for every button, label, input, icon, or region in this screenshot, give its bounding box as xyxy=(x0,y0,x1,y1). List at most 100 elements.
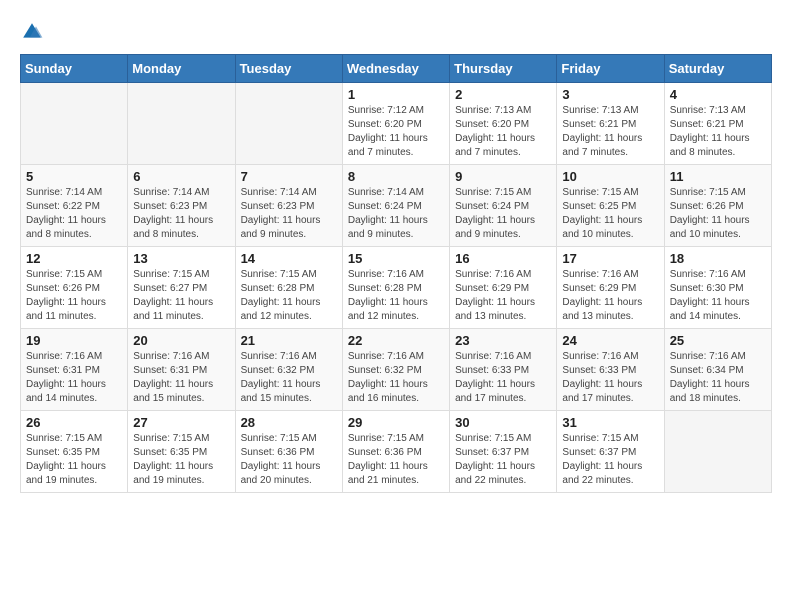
calendar-cell: 9 Sunrise: 7:15 AMSunset: 6:24 PMDaylight… xyxy=(450,165,557,247)
calendar-cell: 19 Sunrise: 7:16 AMSunset: 6:31 PMDayligh… xyxy=(21,329,128,411)
weekday-header: Friday xyxy=(557,55,664,83)
day-info: Sunrise: 7:16 AMSunset: 6:29 PMDaylight:… xyxy=(562,268,658,324)
calendar-cell: 20 Sunrise: 7:16 AMSunset: 6:31 PMDayligh… xyxy=(128,329,235,411)
day-number: 27 xyxy=(133,415,229,430)
day-number: 7 xyxy=(241,169,337,184)
day-number: 29 xyxy=(348,415,444,430)
day-info: Sunrise: 7:15 AMSunset: 6:37 PMDaylight:… xyxy=(455,432,551,488)
day-info: Sunrise: 7:15 AMSunset: 6:27 PMDaylight:… xyxy=(133,268,229,324)
weekday-header: Thursday xyxy=(450,55,557,83)
day-number: 21 xyxy=(241,333,337,348)
day-number: 12 xyxy=(26,251,122,266)
calendar-cell: 8 Sunrise: 7:14 AMSunset: 6:24 PMDaylight… xyxy=(342,165,449,247)
day-number: 6 xyxy=(133,169,229,184)
day-number: 15 xyxy=(348,251,444,266)
day-info: Sunrise: 7:15 AMSunset: 6:37 PMDaylight:… xyxy=(562,432,658,488)
calendar-cell xyxy=(21,83,128,165)
day-info: Sunrise: 7:15 AMSunset: 6:35 PMDaylight:… xyxy=(133,432,229,488)
day-number: 1 xyxy=(348,87,444,102)
logo-icon xyxy=(20,20,44,44)
calendar-cell: 28 Sunrise: 7:15 AMSunset: 6:36 PMDayligh… xyxy=(235,411,342,493)
day-info: Sunrise: 7:16 AMSunset: 6:32 PMDaylight:… xyxy=(348,350,444,406)
day-info: Sunrise: 7:15 AMSunset: 6:36 PMDaylight:… xyxy=(241,432,337,488)
calendar-cell: 11 Sunrise: 7:15 AMSunset: 6:26 PMDayligh… xyxy=(664,165,771,247)
calendar-cell: 24 Sunrise: 7:16 AMSunset: 6:33 PMDayligh… xyxy=(557,329,664,411)
day-number: 9 xyxy=(455,169,551,184)
day-number: 25 xyxy=(670,333,766,348)
day-info: Sunrise: 7:14 AMSunset: 6:23 PMDaylight:… xyxy=(241,186,337,242)
weekday-header: Saturday xyxy=(664,55,771,83)
calendar-cell: 27 Sunrise: 7:15 AMSunset: 6:35 PMDayligh… xyxy=(128,411,235,493)
calendar-cell: 2 Sunrise: 7:13 AMSunset: 6:20 PMDaylight… xyxy=(450,83,557,165)
day-number: 3 xyxy=(562,87,658,102)
day-info: Sunrise: 7:16 AMSunset: 6:34 PMDaylight:… xyxy=(670,350,766,406)
day-number: 19 xyxy=(26,333,122,348)
day-info: Sunrise: 7:15 AMSunset: 6:36 PMDaylight:… xyxy=(348,432,444,488)
day-info: Sunrise: 7:16 AMSunset: 6:30 PMDaylight:… xyxy=(670,268,766,324)
day-number: 11 xyxy=(670,169,766,184)
day-number: 18 xyxy=(670,251,766,266)
calendar-cell: 12 Sunrise: 7:15 AMSunset: 6:26 PMDayligh… xyxy=(21,247,128,329)
calendar-cell: 18 Sunrise: 7:16 AMSunset: 6:30 PMDayligh… xyxy=(664,247,771,329)
calendar-cell: 7 Sunrise: 7:14 AMSunset: 6:23 PMDaylight… xyxy=(235,165,342,247)
day-info: Sunrise: 7:13 AMSunset: 6:20 PMDaylight:… xyxy=(455,104,551,160)
day-number: 2 xyxy=(455,87,551,102)
day-info: Sunrise: 7:14 AMSunset: 6:22 PMDaylight:… xyxy=(26,186,122,242)
day-info: Sunrise: 7:16 AMSunset: 6:28 PMDaylight:… xyxy=(348,268,444,324)
day-info: Sunrise: 7:15 AMSunset: 6:25 PMDaylight:… xyxy=(562,186,658,242)
day-info: Sunrise: 7:13 AMSunset: 6:21 PMDaylight:… xyxy=(670,104,766,160)
weekday-header: Wednesday xyxy=(342,55,449,83)
day-info: Sunrise: 7:13 AMSunset: 6:21 PMDaylight:… xyxy=(562,104,658,160)
calendar-cell: 13 Sunrise: 7:15 AMSunset: 6:27 PMDayligh… xyxy=(128,247,235,329)
day-info: Sunrise: 7:15 AMSunset: 6:24 PMDaylight:… xyxy=(455,186,551,242)
day-number: 22 xyxy=(348,333,444,348)
calendar-cell: 5 Sunrise: 7:14 AMSunset: 6:22 PMDaylight… xyxy=(21,165,128,247)
page-header xyxy=(20,20,772,44)
day-number: 4 xyxy=(670,87,766,102)
day-info: Sunrise: 7:16 AMSunset: 6:33 PMDaylight:… xyxy=(455,350,551,406)
day-number: 5 xyxy=(26,169,122,184)
calendar-cell: 21Sunrise: 7:16 AMSunset: 6:32 PMDayligh… xyxy=(235,329,342,411)
day-info: Sunrise: 7:15 AMSunset: 6:26 PMDaylight:… xyxy=(26,268,122,324)
day-info: Sunrise: 7:16 AMSunset: 6:29 PMDaylight:… xyxy=(455,268,551,324)
day-number: 20 xyxy=(133,333,229,348)
day-number: 30 xyxy=(455,415,551,430)
calendar-cell: 30 Sunrise: 7:15 AMSunset: 6:37 PMDayligh… xyxy=(450,411,557,493)
day-number: 31 xyxy=(562,415,658,430)
weekday-header: Sunday xyxy=(21,55,128,83)
calendar-cell: 29 Sunrise: 7:15 AMSunset: 6:36 PMDayligh… xyxy=(342,411,449,493)
calendar-cell: 10Sunrise: 7:15 AMSunset: 6:25 PMDayligh… xyxy=(557,165,664,247)
calendar-cell: 26 Sunrise: 7:15 AMSunset: 6:35 PMDayligh… xyxy=(21,411,128,493)
day-info: Sunrise: 7:15 AMSunset: 6:35 PMDaylight:… xyxy=(26,432,122,488)
day-info: Sunrise: 7:15 AMSunset: 6:28 PMDaylight:… xyxy=(241,268,337,324)
calendar-table: SundayMondayTuesdayWednesdayThursdayFrid… xyxy=(20,54,772,493)
calendar-cell: 23 Sunrise: 7:16 AMSunset: 6:33 PMDayligh… xyxy=(450,329,557,411)
day-number: 26 xyxy=(26,415,122,430)
day-number: 24 xyxy=(562,333,658,348)
calendar-cell: 16 Sunrise: 7:16 AMSunset: 6:29 PMDayligh… xyxy=(450,247,557,329)
day-number: 16 xyxy=(455,251,551,266)
day-number: 13 xyxy=(133,251,229,266)
day-info: Sunrise: 7:14 AMSunset: 6:24 PMDaylight:… xyxy=(348,186,444,242)
day-number: 23 xyxy=(455,333,551,348)
day-number: 17 xyxy=(562,251,658,266)
calendar-cell: 14 Sunrise: 7:15 AMSunset: 6:28 PMDayligh… xyxy=(235,247,342,329)
calendar-cell xyxy=(664,411,771,493)
day-info: Sunrise: 7:12 AMSunset: 6:20 PMDaylight:… xyxy=(348,104,444,160)
calendar-cell: 22 Sunrise: 7:16 AMSunset: 6:32 PMDayligh… xyxy=(342,329,449,411)
day-number: 28 xyxy=(241,415,337,430)
day-number: 8 xyxy=(348,169,444,184)
day-number: 14 xyxy=(241,251,337,266)
calendar-cell: 4 Sunrise: 7:13 AMSunset: 6:21 PMDaylight… xyxy=(664,83,771,165)
calendar-cell xyxy=(235,83,342,165)
day-info: Sunrise: 7:16 AMSunset: 6:33 PMDaylight:… xyxy=(562,350,658,406)
day-info: Sunrise: 7:16 AMSunset: 6:31 PMDaylight:… xyxy=(26,350,122,406)
day-info: Sunrise: 7:16 AMSunset: 6:31 PMDaylight:… xyxy=(133,350,229,406)
calendar-cell: 17 Sunrise: 7:16 AMSunset: 6:29 PMDayligh… xyxy=(557,247,664,329)
logo xyxy=(20,20,48,44)
calendar-cell: 15 Sunrise: 7:16 AMSunset: 6:28 PMDayligh… xyxy=(342,247,449,329)
day-info: Sunrise: 7:15 AMSunset: 6:26 PMDaylight:… xyxy=(670,186,766,242)
calendar-cell: 1 Sunrise: 7:12 AMSunset: 6:20 PMDaylight… xyxy=(342,83,449,165)
calendar-cell: 3 Sunrise: 7:13 AMSunset: 6:21 PMDaylight… xyxy=(557,83,664,165)
calendar-cell: 6Sunrise: 7:14 AMSunset: 6:23 PMDaylight… xyxy=(128,165,235,247)
